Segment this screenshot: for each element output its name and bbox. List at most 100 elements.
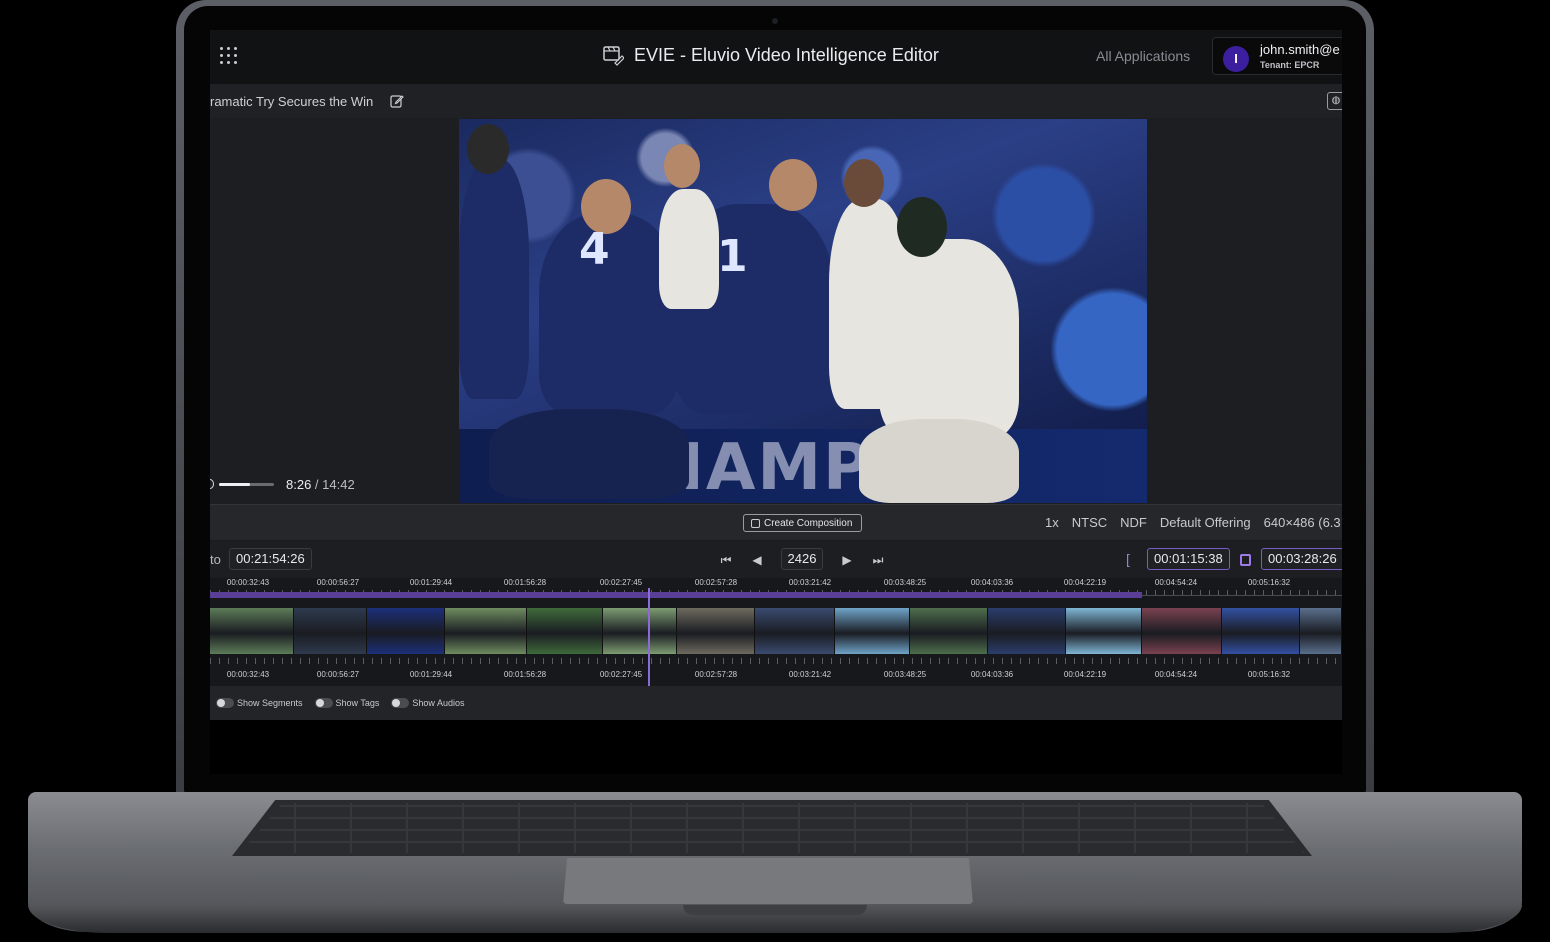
thumbnail-frame[interactable]: [755, 608, 835, 654]
ruler-bottom-timecode-label: 00:04:22:19: [1063, 670, 1107, 679]
top-bar: EVIE - Eluvio Video Intelligence Editor …: [210, 30, 1342, 84]
clip-title: ramatic Try Secures the Win: [210, 94, 374, 109]
frame-number-input[interactable]: 2426: [781, 548, 823, 570]
user-menu[interactable]: I john.smith@e Tenant: EPCR: [1212, 37, 1342, 75]
lid-notch: [683, 905, 867, 915]
timeline-ruler-bottom: 00:00:32:43 00:00:56:27 00:01:29:44 00:01:5…: [210, 658, 1342, 682]
thumbnail-frame[interactable]: [294, 608, 367, 654]
trackpad: [563, 858, 973, 904]
rewind-segment-icon[interactable]: ⏮: [718, 552, 734, 568]
current-time: 8:26: [286, 477, 312, 492]
thumbnail-frame[interactable]: [1300, 608, 1342, 654]
ruler-top-timecode-label: 00:04:22:19: [1063, 578, 1107, 587]
step-forward-icon[interactable]: ▶: [839, 552, 855, 568]
offering-select[interactable]: Default Offering: [1160, 515, 1251, 530]
jersey-number: 1: [717, 231, 748, 282]
ruler-top-timecode-label: 00:02:57:28: [694, 578, 738, 587]
thumbnail-frame[interactable]: [367, 608, 445, 654]
show-tags-toggle[interactable]: Show Tags: [314, 698, 379, 708]
video-frame[interactable]: te CHAMPIC 4 1: [459, 119, 1147, 503]
progress-bar[interactable]: [219, 483, 274, 486]
thumbnail-frame[interactable]: [445, 608, 527, 654]
out-point-timecode[interactable]: 00:03:28:26: [1261, 548, 1342, 570]
thumbnail-filmstrip[interactable]: [210, 608, 1342, 654]
globe-icon[interactable]: ◍: [1327, 92, 1342, 110]
timeline-toggles: Show Segments Show Tags Show Audios: [210, 686, 1342, 720]
thumbnail-frame[interactable]: [988, 608, 1066, 654]
thumbnail-frame[interactable]: [677, 608, 755, 654]
player-figure: [879, 239, 1019, 439]
step-back-icon[interactable]: ◀: [749, 552, 765, 568]
ruler-top-timecode-label: 00:01:29:44: [409, 578, 453, 587]
ruler-top-timecode-label: 00:04:54:24: [1154, 578, 1198, 587]
app-screen: EVIE - Eluvio Video Intelligence Editor …: [210, 30, 1342, 774]
duration: 14:42: [322, 477, 355, 492]
ruler-bottom-timecode-label: 00:04:03:36: [970, 670, 1014, 679]
drop-frame-mode[interactable]: NDF: [1120, 515, 1147, 530]
video-player: te CHAMPIC 4 1 8:26 / 14:42: [210, 118, 1342, 504]
webcam: [772, 18, 778, 24]
ruler-top-timecode-label: 00:04:03:36: [970, 578, 1014, 587]
thumbnail-frame[interactable]: [835, 608, 910, 654]
composition-icon: [751, 518, 760, 528]
toggle-switch[interactable]: [391, 698, 410, 708]
player-legs: [859, 419, 1019, 503]
frame-rate-standard[interactable]: NTSC: [1072, 515, 1107, 530]
toggle-label: Show Segments: [237, 698, 303, 708]
timeline-ruler-top: 00:00:32:43 00:00:56:27 00:01:29:44 00:01:5…: [210, 578, 1342, 602]
ruler-ticks: [210, 658, 1342, 664]
in-point-timecode[interactable]: 00:01:15:38: [1147, 548, 1230, 570]
player-legs: [489, 409, 689, 499]
toggle-switch[interactable]: [216, 698, 234, 708]
timeline[interactable]: 00:00:32:43 00:00:56:27 00:01:29:44 00:01:5…: [210, 578, 1342, 686]
forward-segment-icon[interactable]: ⏭: [870, 552, 886, 568]
ruler-bottom-timecode-label: 00:03:48:25: [883, 670, 927, 679]
thumbnail-frame[interactable]: [1066, 608, 1142, 654]
ruler-bottom-timecode-label: 00:04:54:24: [1154, 670, 1198, 679]
video-info-bar: Create Composition 1x NTSC NDF Default O…: [210, 504, 1342, 540]
player-head: [897, 197, 947, 257]
thumbnail-frame[interactable]: [910, 608, 988, 654]
ruler-top-timecode-label: 00:00:32:43: [226, 578, 270, 587]
ruler-bottom-timecode-label: 00:05:16:32: [1247, 670, 1291, 679]
ruler-bottom-timecode-label: 00:00:56:27: [316, 670, 360, 679]
thumbnail-frame[interactable]: [210, 608, 294, 654]
show-segments-toggle[interactable]: Show Segments: [216, 698, 303, 708]
all-applications-link[interactable]: All Applications: [1096, 48, 1190, 64]
resolution-select[interactable]: 640×486 (6.3: [1264, 515, 1341, 530]
thumbnail-frame[interactable]: [1142, 608, 1222, 654]
ruler-top-timecode-label: 00:03:21:42: [788, 578, 832, 587]
mark-in-icon[interactable]: [: [1126, 551, 1130, 567]
clip-segment-icon[interactable]: [1240, 554, 1251, 566]
playback-speed[interactable]: 1x: [1045, 515, 1059, 530]
app-switcher-grid-icon[interactable]: [220, 47, 238, 65]
player-figure: [659, 189, 719, 309]
thumbnail-frame[interactable]: [527, 608, 603, 654]
player-head: [769, 159, 817, 211]
selected-range-bar[interactable]: [210, 592, 1142, 598]
tenant-label: Tenant: EPCR: [1260, 60, 1320, 70]
thumbnail-frame[interactable]: [603, 608, 677, 654]
timeline-track-line: [1142, 595, 1342, 596]
player-figure: [459, 159, 529, 399]
ruler-bottom-timecode-label: 00:03:21:42: [788, 670, 832, 679]
thumbnail-frame[interactable]: [1222, 608, 1300, 654]
ruler-top-timecode-label: 00:02:27:45: [599, 578, 643, 587]
laptop-mockup: EVIE - Eluvio Video Intelligence Editor …: [0, 0, 1550, 942]
ruler-bottom-timecode-label: 00:01:29:44: [409, 670, 453, 679]
film-edit-icon: [603, 46, 624, 66]
show-audios-toggle[interactable]: Show Audios: [391, 698, 464, 708]
transport-controls: to 00:21:54:26 ⏮ ◀ 2426 ▶ ⏭ [ 00:01:15:3…: [210, 542, 1342, 578]
play-icon[interactable]: [210, 479, 214, 489]
create-composition-button[interactable]: Create Composition: [743, 514, 862, 532]
playhead[interactable]: [648, 588, 650, 686]
create-composition-label: Create Composition: [764, 517, 853, 529]
app-title-text: EVIE - Eluvio Video Intelligence Editor: [634, 44, 939, 65]
edit-icon[interactable]: [390, 94, 404, 108]
playback-info: 1x NTSC NDF Default Offering 640×486 (6.…: [1045, 515, 1341, 530]
jump-to-timecode-input[interactable]: 00:21:54:26: [229, 548, 312, 570]
ruler-top-timecode-label: 00:00:56:27: [316, 578, 360, 587]
progress-fill: [219, 483, 251, 486]
user-email: john.smith@e: [1260, 42, 1340, 57]
toggle-switch[interactable]: [314, 698, 333, 708]
